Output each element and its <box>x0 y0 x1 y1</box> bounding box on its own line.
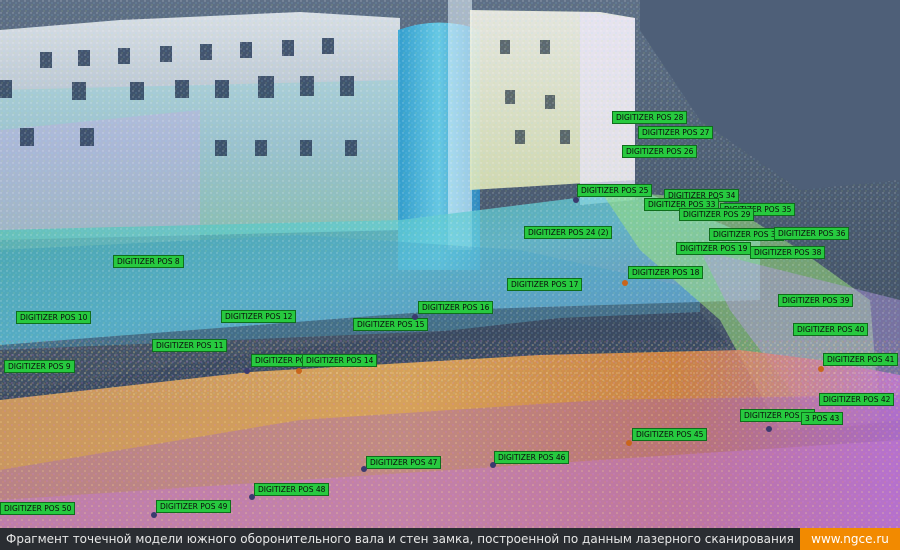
target-dot <box>151 512 157 518</box>
target-dot <box>818 366 824 372</box>
marker-digitizer-pos-36[interactable]: DIGITIZER POS 36 <box>774 227 850 240</box>
caption-bar: Фрагмент точечной модели южного оборонит… <box>0 528 900 550</box>
marker-digitizer-pos-38[interactable]: DIGITIZER POS 38 <box>750 246 826 259</box>
target-dot <box>244 368 250 374</box>
marker-digitizer-pos-26[interactable]: DIGITIZER POS 26 <box>622 145 698 158</box>
marker-digitizer-pos-29[interactable]: DIGITIZER POS 29 <box>679 208 755 221</box>
point-cloud-viewport[interactable]: DIGITIZER POS 28 DIGITIZER POS 27 DIGITI… <box>0 0 900 528</box>
target-dot <box>249 494 255 500</box>
marker-digitizer-pos-24[interactable]: DIGITIZER POS 24 (2) <box>524 226 613 239</box>
marker-digitizer-pos-28[interactable]: DIGITIZER POS 28 <box>612 111 688 124</box>
marker-digitizer-pos-40[interactable]: DIGITIZER POS 40 <box>793 323 869 336</box>
marker-digitizer-pos-17[interactable]: DIGITIZER POS 17 <box>507 278 583 291</box>
marker-digitizer-pos-15[interactable]: DIGITIZER POS 15 <box>353 318 429 331</box>
marker-digitizer-pos-18[interactable]: DIGITIZER POS 18 <box>628 266 704 279</box>
target-dot <box>622 280 628 286</box>
site-link[interactable]: www.ngce.ru <box>800 528 900 550</box>
marker-digitizer-pos-10[interactable]: DIGITIZER POS 10 <box>16 311 92 324</box>
target-dot <box>766 426 772 432</box>
marker-digitizer-pos-8[interactable]: DIGITIZER POS 8 <box>113 255 184 268</box>
marker-digitizer-pos-42[interactable]: DIGITIZER POS 42 <box>819 393 895 406</box>
marker-digitizer-pos-50[interactable]: DIGITIZER POS 50 <box>0 502 76 515</box>
marker-digitizer-pos-11[interactable]: DIGITIZER POS 11 <box>152 339 228 352</box>
marker-digitizer-pos-16[interactable]: DIGITIZER POS 16 <box>418 301 494 314</box>
marker-digitizer-pos-43[interactable]: 3 POS 43 <box>801 412 844 425</box>
marker-digitizer-pos-49[interactable]: DIGITIZER POS 49 <box>156 500 232 513</box>
target-dot <box>412 314 418 320</box>
target-dot <box>296 368 302 374</box>
target-dot <box>626 440 632 446</box>
marker-digitizer-pos-41[interactable]: DIGITIZER POS 41 <box>823 353 899 366</box>
marker-digitizer-pos-27[interactable]: DIGITIZER POS 27 <box>638 126 714 139</box>
target-dot <box>573 197 579 203</box>
marker-digitizer-pos-48[interactable]: DIGITIZER POS 48 <box>254 483 330 496</box>
target-dot <box>490 462 496 468</box>
marker-digitizer-pos-9[interactable]: DIGITIZER POS 9 <box>4 360 75 373</box>
marker-digitizer-pos-19[interactable]: DIGITIZER POS 19 <box>676 242 752 255</box>
marker-digitizer-pos-14[interactable]: DIGITIZER POS 14 <box>302 354 378 367</box>
marker-digitizer-pos-47[interactable]: DIGITIZER POS 47 <box>366 456 442 469</box>
marker-digitizer-pos-25[interactable]: DIGITIZER POS 25 <box>577 184 653 197</box>
target-dot <box>361 466 367 472</box>
caption-text: Фрагмент точечной модели южного оборонит… <box>6 532 794 546</box>
marker-digitizer-pos-12[interactable]: DIGITIZER POS 12 <box>221 310 297 323</box>
marker-digitizer-pos-39[interactable]: DIGITIZER POS 39 <box>778 294 854 307</box>
marker-digitizer-pos-46[interactable]: DIGITIZER POS 46 <box>494 451 570 464</box>
marker-digitizer-pos-45[interactable]: DIGITIZER POS 45 <box>632 428 708 441</box>
